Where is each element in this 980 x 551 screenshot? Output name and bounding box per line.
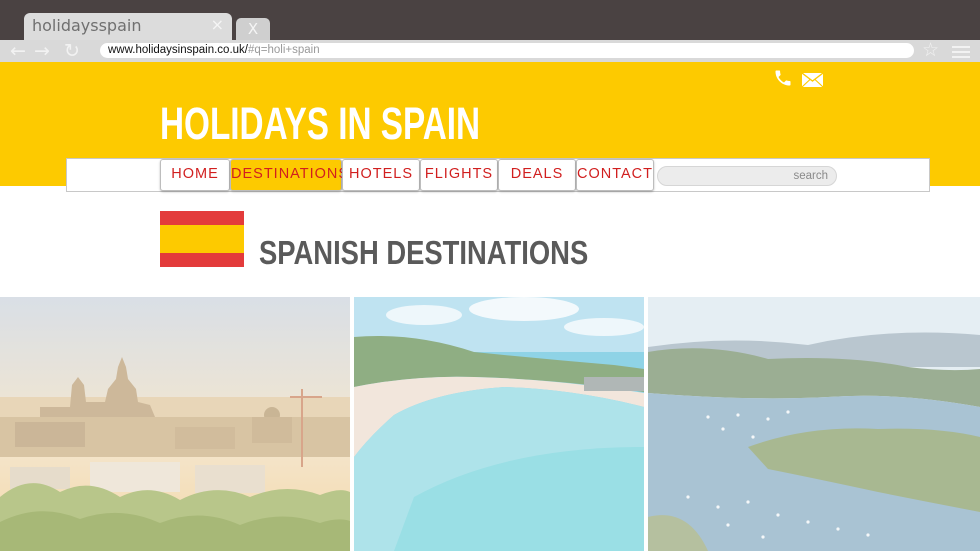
address-bar[interactable]: www.holidaysinspain.co.uk/#q=holi+spain — [100, 43, 914, 58]
back-arrow-icon[interactable]: ← — [10, 41, 26, 61]
spain-flag-icon — [160, 211, 244, 267]
section-title: SPANISH DESTINATIONS — [259, 234, 589, 271]
site-title: HOLIDAYS IN SPAIN — [160, 98, 481, 149]
star-icon[interactable]: ☆ — [922, 39, 939, 61]
browser-toolbar: ← → ↻ www.holidaysinspain.co.uk/#q=holi+… — [0, 39, 980, 63]
browser-tab[interactable]: holidaysspain × — [24, 13, 232, 40]
nav-item-contact[interactable]: CONTACT — [576, 159, 654, 191]
new-tab-button[interactable]: X — [236, 18, 270, 40]
search-input[interactable]: search — [657, 166, 837, 186]
url-fragment: #q=holi+spain — [248, 44, 320, 56]
forward-arrow-icon[interactable]: → — [34, 41, 50, 61]
tab-title: holidaysspain — [32, 16, 142, 35]
tab-close-icon[interactable]: × — [211, 15, 224, 34]
photo-coastal-bay-boats[interactable] — [648, 297, 980, 551]
nav-item-destinations[interactable]: DESTINATIONS — [230, 159, 348, 191]
photo-madrid-cityscape[interactable] — [0, 297, 350, 551]
reload-icon[interactable]: ↻ — [64, 41, 80, 61]
nav-item-deals[interactable]: DEALS — [498, 159, 576, 191]
photo-beach-turquoise-water[interactable] — [354, 297, 644, 551]
menu-icon[interactable] — [952, 46, 970, 61]
main-nav: HOME DESTINATIONS HOTELS FLIGHTS DEALS C… — [66, 158, 930, 192]
nav-item-flights[interactable]: FLIGHTS — [420, 159, 498, 191]
mail-icon[interactable] — [802, 73, 823, 87]
nav-item-hotels[interactable]: HOTELS — [342, 159, 420, 191]
phone-icon[interactable] — [773, 68, 793, 88]
nav-item-home[interactable]: HOME — [160, 159, 230, 191]
browser-tab-bar: holidaysspain × X — [0, 0, 980, 40]
url-main: www.holidaysinspain.co.uk/ — [108, 44, 248, 56]
